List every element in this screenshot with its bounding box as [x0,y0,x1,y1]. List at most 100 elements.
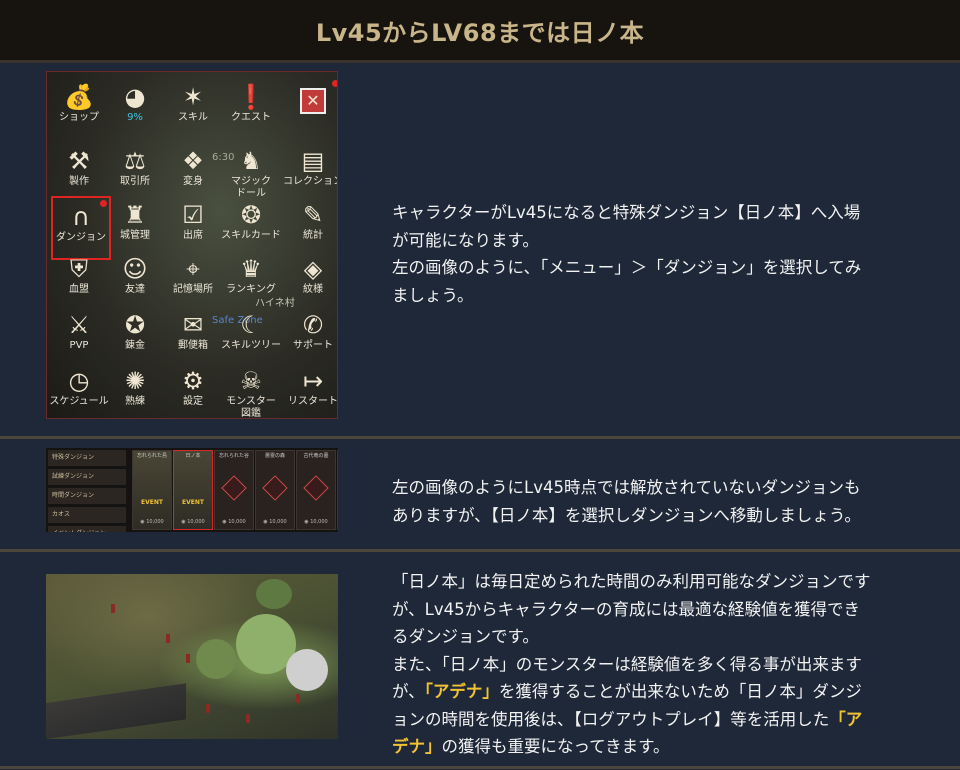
menu-item-alchemy[interactable]: ✪ 錬金 [107,306,163,366]
settings-icon: ⚙ [182,367,204,395]
pvp-icon: ⚔ [68,311,90,339]
section-divider [0,766,960,769]
text-span: が、 [392,682,425,701]
event-badge: EVENT [141,499,163,506]
menu-item-mastery[interactable]: ✺ 熟練 [107,362,163,418]
section-divider [0,436,960,439]
menu-item-scale[interactable]: ⚖ 取引所 [107,142,163,202]
dungeon-side-tab[interactable]: 特殊ダンジョン [48,450,126,466]
text-span: の獲得も重要になってきます。 [441,737,670,756]
shop-icon: 💰 [64,83,94,111]
text-line: キャラクターがLv45になると特殊ダンジョン【日ノ本】へ入場 [392,203,861,222]
roof-graphic [46,683,186,739]
statistics-icon: ✎ [302,201,324,229]
menu-item-skill-card[interactable]: ❂ スキルカード [221,196,281,256]
menu-item-skill-tree[interactable]: ☾ スキルツリー [221,306,281,366]
dungeon-card-price: ◉ 10,000 [222,519,246,525]
magic-doll-icon: ♞ [240,147,262,175]
menu-item-progress[interactable]: ◕ 9% [107,78,163,138]
menu-item-mailbox[interactable]: ✉ 郵便箱 [165,306,221,366]
dungeon-side-tab[interactable]: イベントダンジョン [48,526,126,532]
character-figure [296,694,300,703]
menu-item-statistics[interactable]: ✎ 統計 [285,196,337,256]
text-line: 左の画像のように、「メニュー」＞「ダンジョン」を選択してみ [392,258,862,277]
dungeon-side-tab[interactable]: 試練ダンジョン [48,469,126,485]
dungeon-card-title: 忘れられた島 [136,453,167,459]
menu-item-skill[interactable]: ✶ スキル [165,78,221,138]
dungeon-card[interactable]: 古代竜の墓 ◉ 10,000 [296,450,336,530]
text-line: が、「アデナ」を獲得することが出来ないため「日ノ本」ダンジ [392,678,957,706]
skill-card-icon: ❂ [240,201,262,229]
menu-item-label: 紋様 [303,284,323,295]
menu-item-label: リスタート [288,396,338,407]
dungeon-side-tab[interactable]: カオス [48,507,126,523]
menu-item-crest[interactable]: ◈ 紋様 [285,250,337,310]
text-line: が、Lv45からキャラクターの育成には最適な経験値を獲得でき [392,599,860,619]
monster-book-icon: ☠ [240,367,262,395]
menu-item-blood-pledge[interactable]: ⛨ 血盟 [51,250,107,310]
text-line: 左の画像のようにLv45時点では解放されていないダンジョンも [392,478,861,497]
character-figure [186,654,190,663]
menu-item-label: 統計 [303,230,323,241]
section-title: Lv45からLV68までは日ノ本 [315,18,645,47]
text-span: を獲得することが出来ないため「日ノ本」ダンジ [498,682,862,701]
dungeon-side-tabs: 特殊ダンジョン試練ダンジョン時間ダンジョンカオスイベントダンジョン [48,450,126,532]
game-screenshot [46,574,338,739]
restart-icon: ↦ [302,367,324,395]
dungeon-card-title: 悪霊の森 [264,453,285,459]
menu-item-anvil[interactable]: ⚒ 製作 [51,142,107,202]
menu-item-monster-book[interactable]: ☠ モンスター 図鑑 [223,362,279,418]
dungeon-card[interactable]: 影の神殿◉ 10,000 [337,450,338,530]
menu-item-magic-doll[interactable]: ♞ マジック ドール [223,142,279,202]
event-badge: EVENT [182,499,204,506]
menu-screenshot: ハイネ村 Safe Zone 6:30 💰 ショップ ◕ 9% ✶ スキル ❗ クエスト ✕ ⚒ 製… [46,71,338,419]
menu-item-pvp[interactable]: ⚔ PVP [51,306,107,366]
menu-item-castle[interactable]: ♜ 城管理 [107,196,163,256]
menu-item-close[interactable]: ✕ [285,78,337,138]
collection-icon: ▤ [301,147,325,175]
menu-item-friends[interactable]: ☺ 友達 [107,250,163,310]
mailbox-icon: ✉ [182,311,204,339]
menu-item-support[interactable]: ✆ サポート [285,306,337,366]
notification-dot-icon [332,80,337,87]
section3-text: 「日ノ本」は毎日定められた時間のみ利用可能なダンジョンです が、Lv45からキャ… [392,568,957,761]
dungeon-card-title: 古代竜の墓 [303,453,329,459]
adena-highlight: デナ」 [392,737,442,756]
text-line: が可能になります。 [392,230,539,250]
notification-dot-icon [100,200,107,207]
menu-item-memory-place[interactable]: ⌖ 記憶場所 [165,250,221,310]
progress-icon: ◕ [124,83,146,111]
menu-item-shop[interactable]: 💰 ショップ [51,78,107,138]
dungeon-card[interactable]: 日ノ本 EVENT ◉ 10,000 [173,450,213,530]
alchemy-icon: ✪ [124,311,146,339]
menu-item-ranking[interactable]: ♛ ランキング [223,250,279,310]
text-line: ョンの時間を使用後は、【ログアウトプレイ】等を活用した「ア [392,706,957,734]
menu-item-label: サポート [293,340,333,351]
blood-pledge-icon: ⛨ [70,255,88,283]
text-line: また、「日ノ本」のモンスターは経験値を多く得る事が出来ます [392,654,862,674]
menu-item-schedule[interactable]: ◷ スケジュール [49,362,108,418]
section2-text: 左の画像のようにLv45時点では解放されていないダンジョンも ありますが、【日ノ… [392,474,957,529]
section1-text: キャラクターがLv45になると特殊ダンジョン【日ノ本】へ入場 が可能になります。… [392,199,957,309]
tree-graphic [286,649,328,691]
dungeon-card[interactable]: 忘れられた谷 ◉ 10,000 [214,450,254,530]
dungeon-card[interactable]: 忘れられた島 EVENT ◉ 10,000 [132,450,172,530]
menu-item-label: コレクション [283,176,338,187]
menu-item-attendance[interactable]: ☑ 出席 [165,196,221,256]
scale-icon: ⚖ [124,147,146,175]
character-figure [111,604,115,613]
dungeon-card[interactable]: 悪霊の森 ◉ 10,000 [255,450,295,530]
dungeon-card-price: ◉ 10,000 [140,519,164,525]
lock-icon [262,475,288,501]
menu-item-quest[interactable]: ❗ クエスト [223,78,279,138]
dungeon-card-title: 忘れられた谷 [218,453,249,459]
dungeon-side-tab[interactable]: 時間ダンジョン [48,488,126,504]
dungeon-card-price: ◉ 10,000 [263,519,287,525]
menu-item-restart[interactable]: ↦ リスタート [285,362,337,418]
adena-highlight: 「ア [829,709,863,729]
skill-tree-icon: ☾ [240,311,262,339]
anvil-icon: ⚒ [68,147,90,175]
character-figure [166,634,170,643]
skill-icon: ✶ [182,83,204,111]
menu-item-collection[interactable]: ▤ コレクション [283,142,337,202]
